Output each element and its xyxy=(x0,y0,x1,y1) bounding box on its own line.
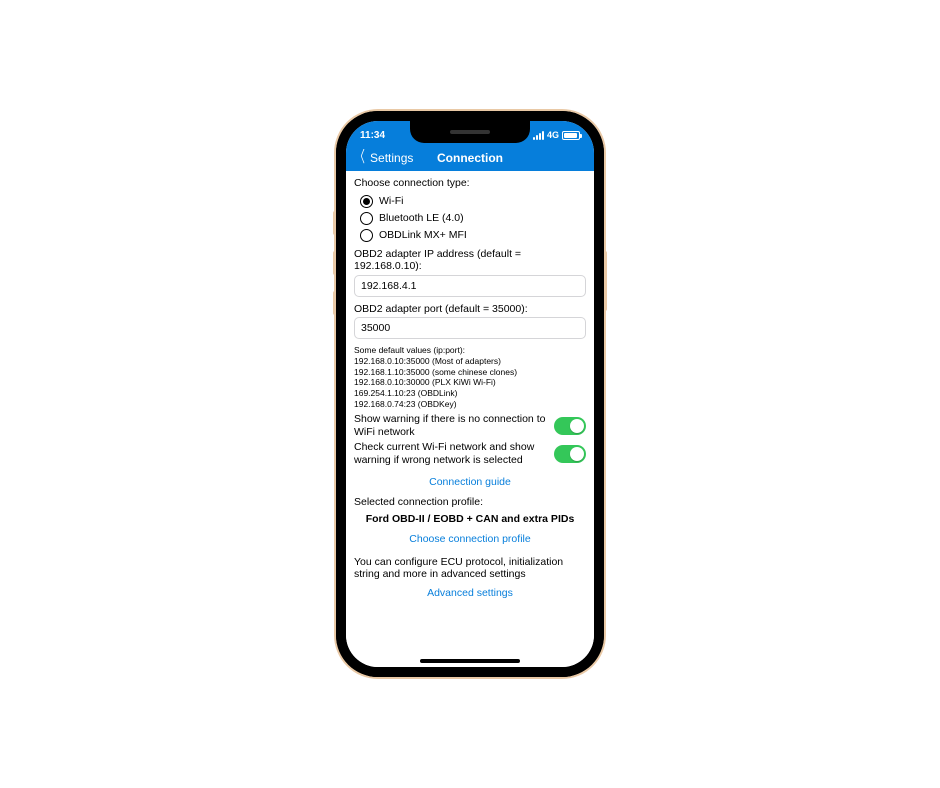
defaults-hint-line: 192.168.0.10:30000 (PLX KiWi Wi-Fi) xyxy=(354,377,586,388)
radio-label: Bluetooth LE (4.0) xyxy=(379,212,464,225)
defaults-hint-line: 169.254.1.10:23 (OBDLink) xyxy=(354,388,586,399)
content-area: Choose connection type: Wi-Fi Bluetooth … xyxy=(346,171,594,667)
ip-address-label: OBD2 adapter IP address (default = 192.1… xyxy=(354,248,586,273)
radio-icon xyxy=(360,212,373,225)
radio-icon xyxy=(360,195,373,208)
status-time: 11:34 xyxy=(360,130,385,141)
toggle-no-wifi-warning[interactable] xyxy=(554,417,586,435)
defaults-hint-line: 192.168.0.10:35000 (Most of adapters) xyxy=(354,356,586,367)
back-label: Settings xyxy=(370,151,413,165)
defaults-hint-line: 192.168.1.10:35000 (some chinese clones) xyxy=(354,367,586,378)
toggle-label: Show warning if there is no connection t… xyxy=(354,413,548,438)
page-title: Connection xyxy=(437,151,503,165)
back-button[interactable]: 〈 Settings xyxy=(352,145,413,171)
ip-address-input[interactable] xyxy=(354,275,586,297)
network-type-label: 4G xyxy=(547,130,559,140)
port-input[interactable] xyxy=(354,317,586,339)
port-label: OBD2 adapter port (default = 35000): xyxy=(354,303,586,316)
chevron-left-icon: 〈 xyxy=(355,150,365,166)
choose-profile-link[interactable]: Choose connection profile xyxy=(354,527,586,552)
phone-frame: 11:34 4G 〈 Settings Connection Choose co… xyxy=(336,111,604,677)
selected-profile-value: Ford OBD-II / EOBD + CAN and extra PIDs xyxy=(354,509,586,528)
radio-label: Wi-Fi xyxy=(379,195,404,208)
defaults-hint-line: 192.168.0.74:23 (OBDKey) xyxy=(354,399,586,410)
advanced-description: You can configure ECU protocol, initiali… xyxy=(354,556,586,581)
nav-bar: 〈 Settings Connection xyxy=(346,145,594,171)
connection-type-label: Choose connection type: xyxy=(354,177,586,190)
toggle-wrong-network-row: Check current Wi-Fi network and show war… xyxy=(354,441,586,466)
toggle-label: Check current Wi-Fi network and show war… xyxy=(354,441,548,466)
battery-icon xyxy=(562,131,580,140)
radio-obdlink-mfi[interactable]: OBDLink MX+ MFI xyxy=(354,227,586,244)
screen: 11:34 4G 〈 Settings Connection Choose co… xyxy=(346,121,594,667)
radio-wifi[interactable]: Wi-Fi xyxy=(354,193,586,210)
radio-label: OBDLink MX+ MFI xyxy=(379,229,467,242)
connection-guide-link[interactable]: Connection guide xyxy=(354,470,586,495)
radio-bluetooth-le[interactable]: Bluetooth LE (4.0) xyxy=(354,210,586,227)
radio-icon xyxy=(360,229,373,242)
status-right: 4G xyxy=(533,130,580,140)
defaults-hint: Some default values (ip:port): 192.168.0… xyxy=(354,345,586,409)
home-indicator[interactable] xyxy=(420,659,520,663)
cellular-signal-icon xyxy=(533,131,544,140)
toggle-wrong-network-warning[interactable] xyxy=(554,445,586,463)
defaults-hint-title: Some default values (ip:port): xyxy=(354,345,586,356)
notch xyxy=(410,121,530,143)
selected-profile-label: Selected connection profile: xyxy=(354,496,586,509)
advanced-settings-link[interactable]: Advanced settings xyxy=(354,581,586,606)
toggle-no-wifi-warning-row: Show warning if there is no connection t… xyxy=(354,413,586,438)
